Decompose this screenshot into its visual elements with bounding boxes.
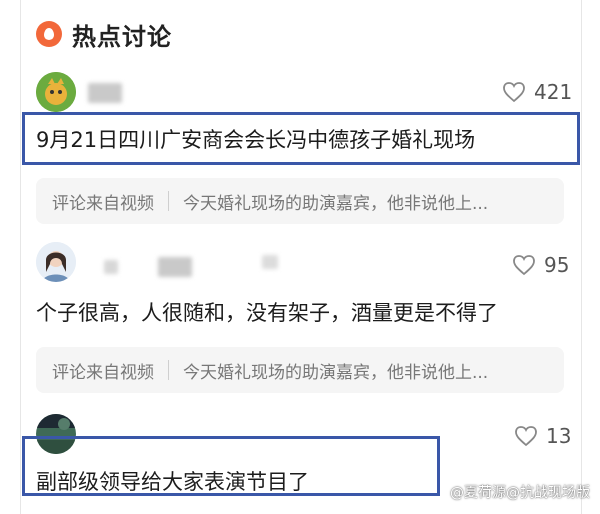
avatar[interactable]	[36, 72, 76, 112]
avatar-image	[36, 72, 76, 112]
like-count: 421	[534, 80, 573, 104]
like-count: 13	[546, 424, 572, 448]
source-divider	[168, 191, 169, 211]
like-count: 95	[544, 253, 570, 277]
source-label: 评论来自视频	[52, 193, 154, 214]
comment-text: 个子很高，人很随和，没有架子，酒量更是不得了	[36, 301, 498, 325]
avatar-image	[36, 242, 76, 282]
comment-text: 9月21日四川广安商会会长冯中德孩子婚礼现场	[36, 128, 476, 152]
fire-icon	[36, 21, 62, 47]
like-button[interactable]: 95	[512, 253, 569, 277]
watermark: @夏荷源@抗战现场版	[450, 485, 590, 501]
section-header: 热点讨论	[36, 14, 172, 54]
avatar[interactable]	[36, 242, 76, 282]
like-button[interactable]: 13	[514, 424, 571, 448]
source-label: 评论来自视频	[52, 362, 154, 383]
like-button[interactable]: 421	[502, 80, 572, 104]
comment-text: 副部级领导给大家表演节目了	[36, 470, 309, 494]
heart-icon	[515, 426, 537, 447]
username-redacted	[158, 257, 192, 277]
username-redacted	[104, 260, 118, 274]
username-redacted	[88, 83, 122, 103]
username-redacted	[262, 255, 278, 269]
source-divider	[168, 360, 169, 380]
source-quote: 今天婚礼现场的助演嘉宾，他非说他上...	[183, 362, 489, 383]
heart-icon	[513, 255, 535, 276]
comment-source[interactable]: 评论来自视频 今天婚礼现场的助演嘉宾，他非说他上...	[36, 178, 564, 224]
comment-source[interactable]: 评论来自视频 今天婚礼现场的助演嘉宾，他非说他上...	[36, 347, 564, 393]
section-title: 热点讨论	[72, 22, 172, 51]
heart-icon	[503, 82, 525, 103]
source-quote: 今天婚礼现场的助演嘉宾，他非说他上...	[183, 193, 489, 214]
